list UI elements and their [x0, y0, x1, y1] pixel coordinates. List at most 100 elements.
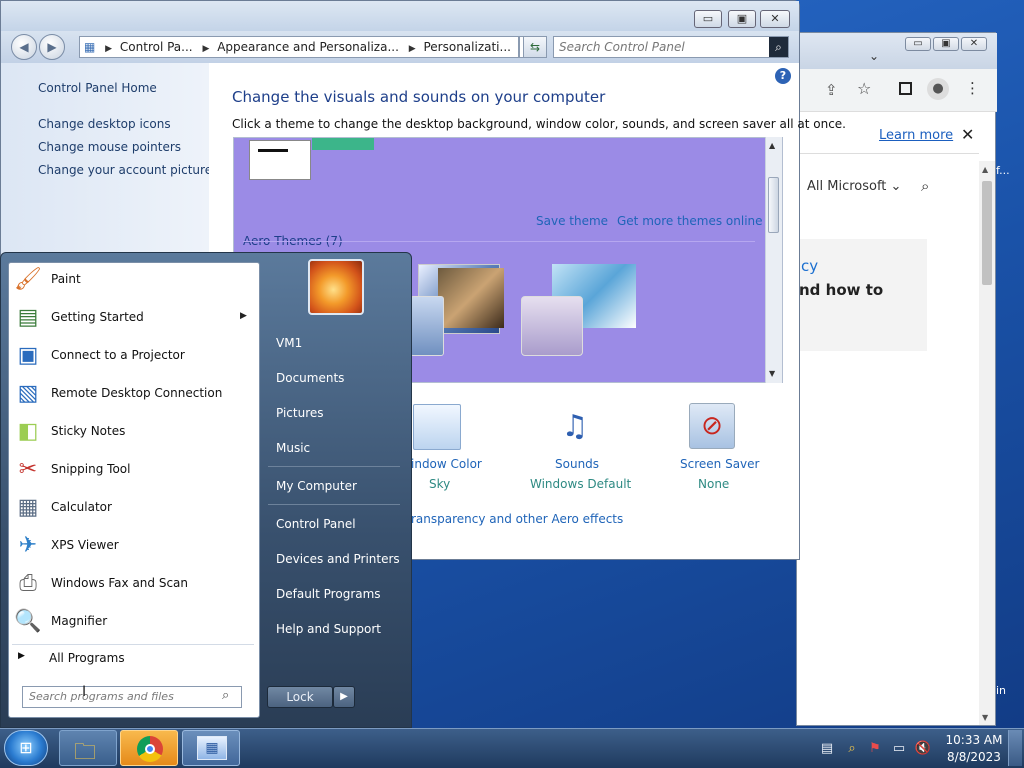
cp-search-input[interactable]: Search Control Panel	[553, 36, 789, 58]
sidebar-item-home[interactable]: Control Panel Home	[38, 81, 157, 95]
screen-saver-icon[interactable]: ⊘	[689, 403, 735, 449]
chrome-scrollbar[interactable]: ▼ ▲	[979, 161, 995, 725]
program-calculator[interactable]: ▦ Calculator	[10, 490, 258, 526]
start-item-music[interactable]: Music	[276, 441, 310, 455]
scrollbar-thumb[interactable]	[768, 177, 779, 233]
sidebar-item-mouse-pointers[interactable]: Change mouse pointers	[38, 140, 181, 154]
menu-kebab-icon[interactable]: ⋮	[965, 79, 980, 97]
sidebar-icon[interactable]	[899, 82, 912, 95]
close-icon[interactable]: ✕	[961, 125, 974, 144]
show-desktop-button[interactable]	[1008, 730, 1022, 766]
window-color-link[interactable]: indow Color	[411, 457, 482, 471]
chrome-maximize-button[interactable]: ▣	[933, 37, 959, 51]
program-label: Calculator	[51, 500, 112, 514]
start-search-input[interactable]: Search programs and files	[22, 686, 242, 708]
scroll-up-icon[interactable]: ▲	[982, 165, 988, 174]
refresh-icon[interactable]: ⇆	[523, 36, 547, 58]
taskbar-control-panel-button[interactable]: ▦	[182, 730, 240, 766]
sounds-value: Windows Default	[530, 477, 632, 491]
start-item-vm1[interactable]: VM1	[276, 336, 302, 350]
sidebar-item-account-picture[interactable]: Change your account picture	[38, 163, 212, 177]
action-center-icon[interactable]: ⚑	[866, 740, 884, 758]
get-more-themes-link[interactable]: Get more themes online	[617, 214, 763, 228]
search-icon[interactable]: ⌕	[769, 37, 788, 57]
clock-time[interactable]: 10:33 AM	[944, 733, 1004, 747]
start-item-pictures[interactable]: Pictures	[276, 406, 324, 420]
program-paint[interactable]: 🖌 Paint	[10, 262, 258, 298]
bookmark-star-icon[interactable]: ☆	[857, 79, 871, 98]
help-icon[interactable]: ?	[775, 68, 791, 84]
calculator-icon: ▦	[17, 495, 39, 520]
screen-saver-link[interactable]: Screen Saver	[680, 457, 759, 471]
breadcrumb-item[interactable]: Personalizati...	[423, 40, 510, 54]
taskbar-explorer-button[interactable]: 🗀	[59, 730, 117, 766]
program-getting-started[interactable]: ▤ Getting Started ▶	[10, 300, 258, 336]
search-icon[interactable]: ⌕	[222, 688, 229, 703]
save-theme-link[interactable]: Save theme	[536, 214, 608, 228]
program-remote-desktop[interactable]: ▧ Remote Desktop Connection	[10, 376, 258, 412]
scroll-down-icon[interactable]: ▼	[769, 369, 775, 378]
start-orb-icon[interactable]: ⊞	[4, 730, 48, 766]
close-button[interactable]: ✕	[760, 10, 790, 28]
start-item-devices-printers[interactable]: Devices and Printers	[276, 552, 400, 566]
chrome-close-button[interactable]: ✕	[961, 37, 987, 51]
start-item-documents[interactable]: Documents	[276, 371, 344, 385]
chevron-down-icon[interactable]: ⌄	[869, 49, 879, 63]
forward-button[interactable]: ▶	[39, 34, 65, 60]
promo-link-fragment[interactable]: cy	[801, 257, 818, 275]
cp-titlebar[interactable]	[1, 1, 799, 31]
projector-icon: ▣	[17, 343, 39, 368]
aero-theme-preview[interactable]	[410, 296, 444, 356]
all-microsoft-menu[interactable]: All Microsoft ⌄	[807, 179, 901, 194]
clock-date[interactable]: 8/8/2023	[944, 750, 1004, 764]
learn-more-link[interactable]: Learn more	[879, 128, 953, 143]
back-button[interactable]: ◀	[11, 34, 37, 60]
program-label: Getting Started	[51, 310, 144, 324]
minimize-button[interactable]: ▭	[694, 10, 722, 28]
profile-avatar-icon[interactable]: ●	[927, 78, 949, 100]
program-projector[interactable]: ▣ Connect to a Projector	[10, 338, 258, 374]
address-bar[interactable]: ▦ ▶ Control Pa... ▶ Appearance and Perso…	[79, 36, 519, 58]
maximize-button[interactable]: ▣	[728, 10, 756, 28]
shutdown-options-icon[interactable]: ▶	[333, 686, 355, 708]
breadcrumb-arrow-icon[interactable]: ▶	[409, 44, 416, 54]
sidebar-item-desktop-icons[interactable]: Change desktop icons	[38, 117, 171, 131]
program-magnifier[interactable]: 🔍 Magnifier	[10, 604, 258, 640]
chrome-icon-center	[145, 744, 155, 754]
scroll-down-icon[interactable]: ▼	[982, 713, 988, 722]
sounds-icon[interactable]: ♫	[551, 403, 599, 451]
search-tray-icon[interactable]: ⌕	[843, 740, 861, 758]
network-icon[interactable]: ▤	[818, 740, 836, 758]
breadcrumb-arrow-icon[interactable]: ▶	[105, 44, 112, 54]
theme-thumbnail[interactable]	[249, 140, 311, 180]
breadcrumb-arrow-icon[interactable]: ▶	[202, 44, 209, 54]
sounds-link[interactable]: Sounds	[555, 457, 599, 471]
display-icon[interactable]: ▭	[890, 740, 908, 758]
start-item-control-panel[interactable]: Control Panel	[276, 517, 356, 531]
theme-thumbnail-2[interactable]	[312, 138, 374, 150]
all-programs-button[interactable]: All Programs	[49, 651, 125, 665]
program-snipping-tool[interactable]: ✂ Snipping Tool	[10, 452, 258, 488]
start-item-default-programs[interactable]: Default Programs	[276, 587, 381, 601]
search-icon[interactable]: ⌕	[921, 177, 929, 195]
program-sticky-notes[interactable]: ◧ Sticky Notes	[10, 414, 258, 450]
program-fax-scan[interactable]: ⎙ Windows Fax and Scan	[10, 566, 258, 602]
share-icon[interactable]: ⇪	[825, 81, 838, 99]
start-item-help-support[interactable]: Help and Support	[276, 622, 381, 636]
volume-muted-icon[interactable]: 🔇	[914, 740, 932, 758]
start-item-my-computer[interactable]: My Computer	[276, 479, 357, 493]
page-title: Change the visuals and sounds on your co…	[232, 88, 606, 106]
breadcrumb-item[interactable]: Appearance and Personaliza...	[217, 40, 399, 54]
aero-theme-thumbnail-2[interactable]	[521, 296, 583, 356]
window-color-icon[interactable]	[413, 404, 461, 450]
scrollbar-thumb[interactable]	[982, 181, 992, 285]
scroll-up-icon[interactable]: ▲	[769, 141, 775, 150]
user-avatar[interactable]	[308, 259, 364, 315]
program-xps-viewer[interactable]: ✈ XPS Viewer	[10, 528, 258, 564]
chrome-minimize-button[interactable]: ▭	[905, 37, 931, 51]
breadcrumb-item[interactable]: Control Pa...	[120, 40, 193, 54]
lock-button[interactable]: Lock	[267, 686, 333, 708]
aero-effects-link[interactable]: ransparency and other Aero effects	[411, 512, 623, 526]
theme-scrollbar[interactable]: ▲ ▼	[765, 137, 782, 383]
taskbar-chrome-button[interactable]	[120, 730, 178, 766]
